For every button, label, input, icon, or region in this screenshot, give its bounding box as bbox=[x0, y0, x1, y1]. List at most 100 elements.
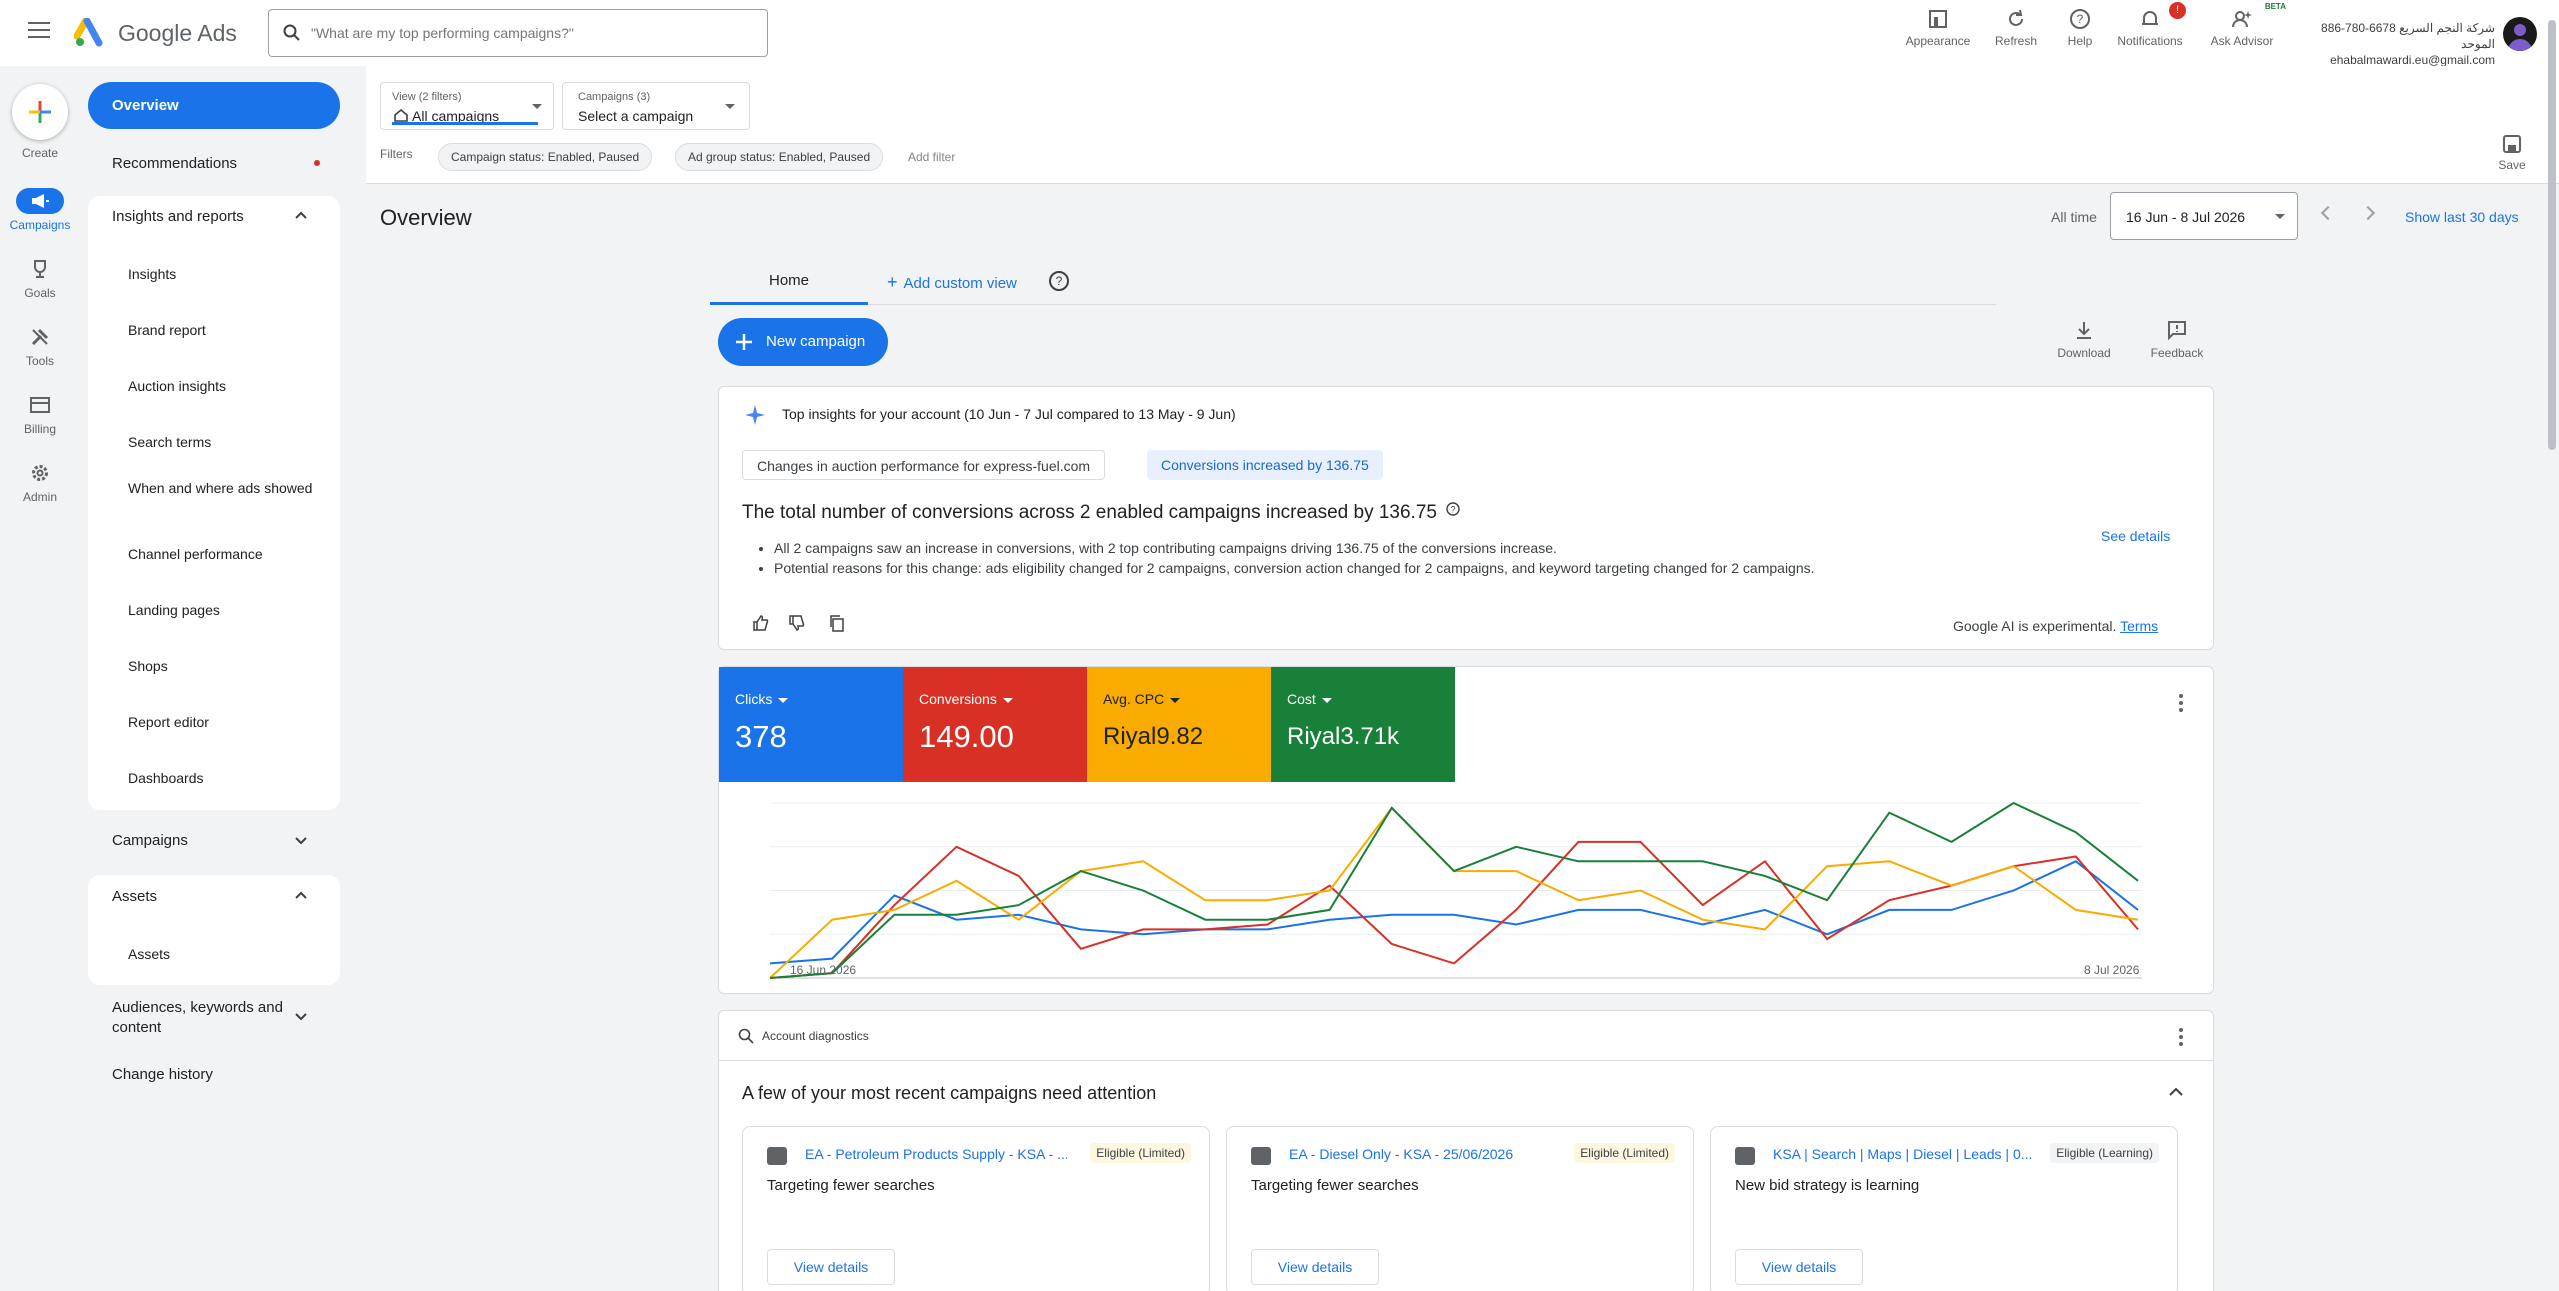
menu-icon[interactable] bbox=[28, 22, 50, 40]
ask-advisor-label: Ask Advisor bbox=[2210, 34, 2274, 48]
account-info[interactable]: 886-780-6678 شركة النجم السريع الموحد eh… bbox=[2290, 20, 2495, 68]
see-details-link[interactable]: See details bbox=[2101, 528, 2170, 544]
thumbs-down-icon[interactable] bbox=[788, 614, 806, 632]
metric-avg-cpc[interactable]: Avg. CPC Riyal9.82 bbox=[1087, 667, 1271, 782]
nav-assets-sub[interactable]: Assets bbox=[128, 944, 328, 964]
feedback-button[interactable]: Feedback bbox=[2146, 320, 2208, 360]
show-last-30-link[interactable]: Show last 30 days bbox=[2405, 209, 2519, 225]
add-filter-link[interactable]: Add filter bbox=[908, 150, 955, 164]
appearance-button[interactable]: Appearance bbox=[1902, 8, 1974, 48]
metric-cost[interactable]: Cost Riyal3.71k bbox=[1271, 667, 1455, 782]
download-button[interactable]: Download bbox=[2054, 320, 2114, 360]
nav-shops[interactable]: Shops bbox=[128, 656, 328, 676]
nav-campaigns[interactable]: Campaigns bbox=[112, 832, 188, 849]
rail-tools[interactable]: Tools bbox=[0, 324, 80, 368]
rail-goals[interactable]: Goals bbox=[0, 256, 80, 300]
metric-value: Riyal3.71k bbox=[1287, 723, 1400, 750]
date-dropdown-icon bbox=[2275, 214, 2285, 219]
search-box[interactable] bbox=[268, 9, 768, 57]
save-button[interactable]: Save bbox=[2494, 134, 2530, 172]
metric-value: Riyal9.82 bbox=[1103, 723, 1204, 750]
date-range-picker[interactable]: 16 Jun - 8 Jul 2026 bbox=[2110, 192, 2298, 240]
prev-period-icon[interactable] bbox=[2320, 205, 2336, 221]
nav-brand-report[interactable]: Brand report bbox=[128, 320, 328, 340]
avatar[interactable] bbox=[2503, 17, 2537, 51]
rail-campaigns[interactable]: Campaigns bbox=[0, 188, 80, 232]
filter-chip-campaign-status[interactable]: Campaign status: Enabled, Paused bbox=[438, 143, 653, 171]
chevron-up-icon[interactable] bbox=[294, 890, 308, 900]
campaign-name-link[interactable]: KSA | Search | Maps | Diesel | Leads | 0… bbox=[1773, 1146, 2035, 1162]
trophy-icon bbox=[34, 260, 46, 278]
refresh-icon bbox=[2009, 9, 2023, 26]
nav-dashboards[interactable]: Dashboards bbox=[128, 768, 328, 788]
ask-advisor-button[interactable]: BETA Ask Advisor bbox=[2200, 2, 2286, 48]
insight-bullet: All 2 campaigns saw an increase in conve… bbox=[774, 538, 1815, 558]
search-input[interactable] bbox=[311, 20, 751, 46]
nav-channel-performance[interactable]: Channel performance bbox=[128, 544, 328, 564]
performance-more-icon[interactable] bbox=[2179, 694, 2183, 715]
copy-icon[interactable] bbox=[828, 614, 846, 632]
campaign-attention-card[interactable]: EA - Petroleum Products Supply - KSA - .… bbox=[742, 1126, 1210, 1291]
campaign-attention-card[interactable]: EA - Diesel Only - KSA - 25/06/2026 Elig… bbox=[1226, 1126, 1694, 1291]
gear-icon bbox=[32, 465, 48, 481]
nav-when-where[interactable]: When and where ads showed bbox=[128, 478, 328, 498]
metric-label: Avg. CPC bbox=[1103, 691, 1255, 707]
nav-overview[interactable]: Overview bbox=[88, 82, 340, 129]
page-scrollbar[interactable] bbox=[2548, 20, 2556, 450]
campaign-issue: New bid strategy is learning bbox=[1735, 1177, 1920, 1194]
help-button[interactable]: ? Help bbox=[2058, 8, 2102, 48]
diagnostics-headline: A few of your most recent campaigns need… bbox=[742, 1083, 1157, 1103]
rail-admin[interactable]: Admin bbox=[0, 460, 80, 504]
insight-chip-conversions[interactable]: Conversions increased by 136.75 bbox=[1147, 450, 1383, 480]
nav-auction-insights[interactable]: Auction insights bbox=[128, 376, 328, 396]
rail-create[interactable]: Create bbox=[0, 84, 80, 160]
nav-audiences[interactable]: Audiences, keywords and content bbox=[112, 998, 292, 1038]
ai-note: Google AI is experimental. Terms bbox=[1953, 618, 2158, 634]
insight-chip-auction[interactable]: Changes in auction performance for expre… bbox=[742, 450, 1106, 480]
nav-search-terms[interactable]: Search terms bbox=[128, 432, 328, 452]
chevron-up-icon[interactable] bbox=[2168, 1087, 2184, 1097]
metric-conversions[interactable]: Conversions 149.00 bbox=[903, 667, 1087, 782]
campaign-name-link[interactable]: EA - Petroleum Products Supply - KSA - .… bbox=[805, 1146, 1067, 1162]
nav-recommendations[interactable]: Recommendations bbox=[88, 144, 340, 182]
view-details-button[interactable]: View details bbox=[767, 1249, 895, 1285]
rail-goals-pill bbox=[16, 256, 64, 282]
beta-tag: BETA bbox=[2264, 2, 2286, 11]
campaign-attention-card[interactable]: KSA | Search | Maps | Diesel | Leads | 0… bbox=[1710, 1126, 2178, 1291]
rail-admin-label: Admin bbox=[22, 490, 57, 504]
info-icon[interactable]: ? bbox=[1446, 502, 1460, 516]
view-details-button[interactable]: View details bbox=[1735, 1249, 1863, 1285]
nav-report-editor[interactable]: Report editor bbox=[128, 712, 328, 732]
metric-dropdown-icon bbox=[1170, 697, 1181, 703]
nav-change-history[interactable]: Change history bbox=[112, 1066, 213, 1083]
rail-billing[interactable]: Billing bbox=[0, 392, 80, 436]
metric-clicks[interactable]: Clicks 378 bbox=[719, 667, 903, 782]
add-view-label: Add custom view bbox=[903, 275, 1017, 292]
chevron-down-icon[interactable] bbox=[294, 1012, 308, 1022]
download-label: Download bbox=[2057, 346, 2111, 360]
insights-title: Top insights for your account (10 Jun - … bbox=[782, 406, 1236, 422]
refresh-button[interactable]: Refresh bbox=[1985, 8, 2047, 48]
diagnostics-more-icon[interactable] bbox=[2179, 1028, 2183, 1049]
nav-insights-reports[interactable]: Insights and reports bbox=[112, 208, 244, 225]
help-circle-icon[interactable]: ? bbox=[1048, 270, 1070, 292]
tab-home[interactable]: Home bbox=[710, 272, 868, 305]
create-button[interactable] bbox=[12, 84, 68, 140]
next-period-icon[interactable] bbox=[2360, 205, 2376, 221]
nav-landing-pages[interactable]: Landing pages bbox=[128, 600, 328, 620]
nav-assets[interactable]: Assets bbox=[112, 888, 157, 905]
thumbs-up-icon[interactable] bbox=[752, 614, 770, 632]
view-details-button[interactable]: View details bbox=[1251, 1249, 1379, 1285]
tab-add-custom-view[interactable]: + Add custom view bbox=[887, 272, 1017, 293]
view-selector[interactable]: View (2 filters) All campaigns bbox=[380, 82, 554, 130]
campaign-name-link[interactable]: EA - Diesel Only - KSA - 25/06/2026 bbox=[1289, 1146, 1551, 1162]
campaign-selector[interactable]: Campaigns (3) Select a campaign bbox=[562, 82, 750, 130]
notifications-button[interactable]: ! Notifications bbox=[2110, 2, 2190, 48]
nav-insights[interactable]: Insights bbox=[128, 264, 328, 284]
new-campaign-button[interactable]: New campaign bbox=[718, 318, 888, 366]
chevron-up-icon[interactable] bbox=[294, 210, 308, 220]
filter-chip-adgroup-status[interactable]: Ad group status: Enabled, Paused bbox=[675, 143, 884, 171]
terms-link[interactable]: Terms bbox=[2120, 618, 2158, 634]
chevron-down-icon[interactable] bbox=[294, 836, 308, 846]
home-icon bbox=[394, 108, 408, 122]
